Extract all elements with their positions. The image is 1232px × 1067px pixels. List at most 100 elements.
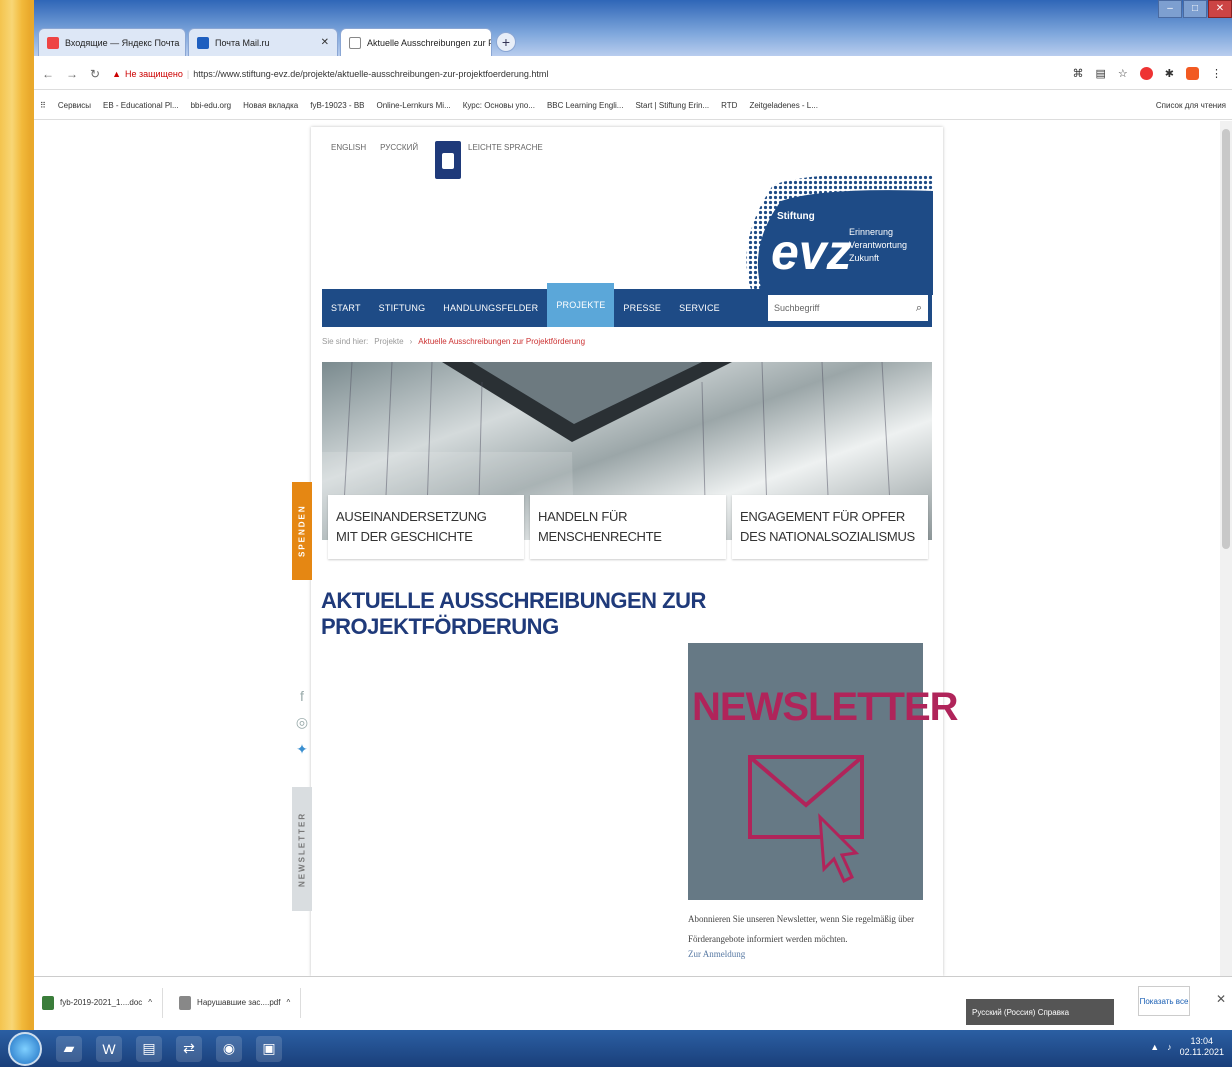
card-menschenrechte[interactable]: HANDELN FÜR MENSCHENRECHTE [530, 495, 726, 559]
doc-file-icon [42, 995, 54, 1010]
scrollbar[interactable] [1220, 121, 1232, 976]
nav-handlungsfelder[interactable]: HANDLUNGSFELDER [434, 303, 547, 313]
bookmark-item[interactable]: Новая вкладка [243, 101, 298, 110]
language-links: ENGLISH РУССКИЙ [331, 143, 418, 152]
tab-yandex-mail[interactable]: Входящие — Яндекс Почта ✕ [38, 28, 186, 56]
bookmark-item[interactable]: Start | Stiftung Erin... [635, 101, 709, 110]
breadcrumb-link[interactable]: Projekte [374, 337, 403, 346]
language-bar[interactable]: Русский (Россия) Справка [966, 999, 1114, 1025]
star-icon[interactable]: ☆ [1118, 67, 1128, 80]
reload-icon[interactable]: ↻ [90, 67, 100, 81]
chevron-up-icon[interactable]: ^ [286, 998, 290, 1007]
maximize-icon[interactable]: □ [1183, 0, 1207, 18]
scroll-thumb[interactable] [1222, 129, 1230, 549]
spenden-tab[interactable]: SPENDEN [292, 482, 312, 580]
tab-evz[interactable]: Aktuelle Ausschreibungen zur P... ✕ [340, 28, 492, 56]
reading-list[interactable]: Список для чтения [1156, 101, 1232, 110]
breadcrumb: Sie sind hier: Projekte › Aktuelle Aussc… [322, 337, 586, 346]
bookmark-item[interactable]: fyB-19023 - ВВ [310, 101, 364, 110]
clock-date[interactable]: 02.11.2021 [1180, 1047, 1224, 1058]
translate-icon[interactable]: ⌘ [1073, 67, 1084, 80]
back-icon[interactable]: ← [42, 67, 54, 81]
card-line: MENSCHENRECHTE [538, 529, 662, 544]
bookmark-item[interactable]: Курс: Основы упо... [463, 101, 535, 110]
bookmark-item[interactable]: bbi-edu.org [191, 101, 231, 110]
card-opfer[interactable]: ENGAGEMENT FÜR OPFER DES NATIONALSOZIALI… [732, 495, 928, 559]
social-links: f ◎ ✦ [292, 688, 312, 758]
bookmark-item[interactable]: Zeitgeladenes - L... [749, 101, 817, 110]
chevron-up-icon[interactable]: ^ [148, 998, 152, 1007]
yandex-mail-icon [47, 36, 59, 49]
easy-language-icon[interactable] [435, 141, 461, 179]
system-tray: ▲ ♪ 13:04 02.11.2021 [1150, 1036, 1224, 1058]
lang-russian-link[interactable]: РУССКИЙ [380, 143, 418, 152]
nav-presse[interactable]: PRESSE [614, 303, 670, 313]
show-all-downloads-button[interactable]: Показать все [1138, 986, 1190, 1016]
newsletter-link[interactable]: Zur Anmeldung [688, 949, 745, 959]
network-icon[interactable]: ▲ [1150, 1042, 1159, 1052]
page-icon [349, 36, 361, 49]
card-line: ENGAGEMENT FÜR OPFER [740, 509, 905, 524]
document-icon[interactable]: ▤ [136, 1035, 162, 1062]
tab-label: Aktuelle Ausschreibungen zur P... [367, 37, 492, 48]
teamviewer-icon[interactable]: ⇄ [176, 1035, 202, 1062]
easy-language-link[interactable]: LEICHTE SPRACHE [468, 143, 543, 152]
forward-icon[interactable]: → [66, 67, 78, 81]
close-window-icon[interactable]: ✕ [1208, 0, 1232, 18]
bookmark-item[interactable]: Сервисы [58, 101, 91, 110]
menu-icon[interactable]: ⋮ [1211, 67, 1222, 80]
url-field[interactable]: ▲ Не защищено | https://www.stiftung-evz… [112, 69, 1072, 79]
download-name: fyb-2019-2021_1....doc [60, 998, 143, 1007]
search-placeholder: Suchbegriff [774, 303, 820, 313]
mail-ru-icon [197, 36, 209, 49]
main-nav: START STIFTUNG HANDLUNGSFELDER PROJEKTE … [322, 283, 932, 327]
tab-mail-ru[interactable]: Почта Mail.ru ✕ [188, 28, 338, 56]
lang-english-link[interactable]: ENGLISH [331, 143, 366, 152]
download-item[interactable]: Нарушавшие зас....pdf ^ [179, 987, 302, 1018]
card-line: AUSEINANDERSETZUNG [336, 509, 487, 524]
newsletter-tab[interactable]: NEWSLETTER [292, 787, 312, 911]
new-tab-button[interactable]: + [496, 32, 516, 52]
download-item[interactable]: fyb-2019-2021_1....doc ^ [42, 987, 164, 1018]
logo-tagline-1: Erinnerung [849, 227, 893, 237]
chrome-icon[interactable]: ◉ [216, 1035, 242, 1062]
close-icon[interactable]: ✕ [1216, 992, 1226, 1006]
nav-start[interactable]: START [322, 303, 370, 313]
extensions: ⌘ ▤ ☆ ✱ ⋮ [1073, 67, 1232, 80]
bookmark-item[interactable]: ЕВ - Educational Pl... [103, 101, 179, 110]
logo-tagline-3: Zukunft [849, 253, 880, 263]
nav-service[interactable]: SERVICE [670, 303, 729, 313]
profile-icon[interactable] [1186, 67, 1199, 80]
volume-icon[interactable]: ♪ [1167, 1042, 1172, 1052]
bookmark-item[interactable]: BBC Learning Engli... [547, 101, 624, 110]
bookmark-item[interactable]: RTD [721, 101, 737, 110]
facebook-icon[interactable]: f [300, 688, 304, 704]
search-icon[interactable]: ⌕ [916, 302, 922, 315]
newsletter-image[interactable]: NEWSLETTER [688, 643, 959, 900]
card-line: MIT DER GESCHICHTE [336, 529, 473, 544]
warning-icon: ▲ [112, 68, 121, 79]
reader-icon[interactable]: ▤ [1096, 67, 1106, 80]
close-icon[interactable]: ✕ [185, 37, 186, 48]
evz-logo[interactable]: Stiftung evz Erinnerung Verantwortung Zu… [733, 175, 933, 295]
start-button[interactable] [8, 1031, 42, 1066]
search-input[interactable]: Suchbegriff ⌕ [768, 295, 928, 321]
close-icon[interactable]: ✕ [321, 37, 329, 48]
opera-icon[interactable] [1139, 67, 1153, 80]
tab-strip: Входящие — Яндекс Почта ✕ Почта Mail.ru … [34, 0, 1232, 56]
card-geschichte[interactable]: AUSEINANDERSETZUNG MIT DER GESCHICHTE [328, 495, 524, 559]
slides-icon[interactable]: ▣ [256, 1035, 282, 1062]
page-viewport: ENGLISH РУССКИЙ LEICHTE SPRACHE Stiftung… [34, 121, 1232, 976]
logo-prefix: Stiftung [777, 211, 815, 222]
minimize-icon[interactable]: – [1158, 0, 1182, 18]
puzzle-icon[interactable]: ✱ [1165, 67, 1174, 80]
twitter-icon[interactable]: ✦ [296, 741, 308, 758]
bookmark-item[interactable]: Online-Lernkurs Mi... [376, 101, 450, 110]
nav-stiftung[interactable]: STIFTUNG [370, 303, 435, 313]
apps-icon[interactable]: ⠿ [40, 101, 46, 110]
explorer-icon[interactable]: ▰ [56, 1035, 82, 1062]
clock-time[interactable]: 13:04 [1191, 1036, 1214, 1047]
instagram-icon[interactable]: ◎ [296, 714, 308, 731]
nav-projekte[interactable]: PROJEKTE [547, 283, 615, 327]
word-icon[interactable]: W [96, 1035, 122, 1062]
